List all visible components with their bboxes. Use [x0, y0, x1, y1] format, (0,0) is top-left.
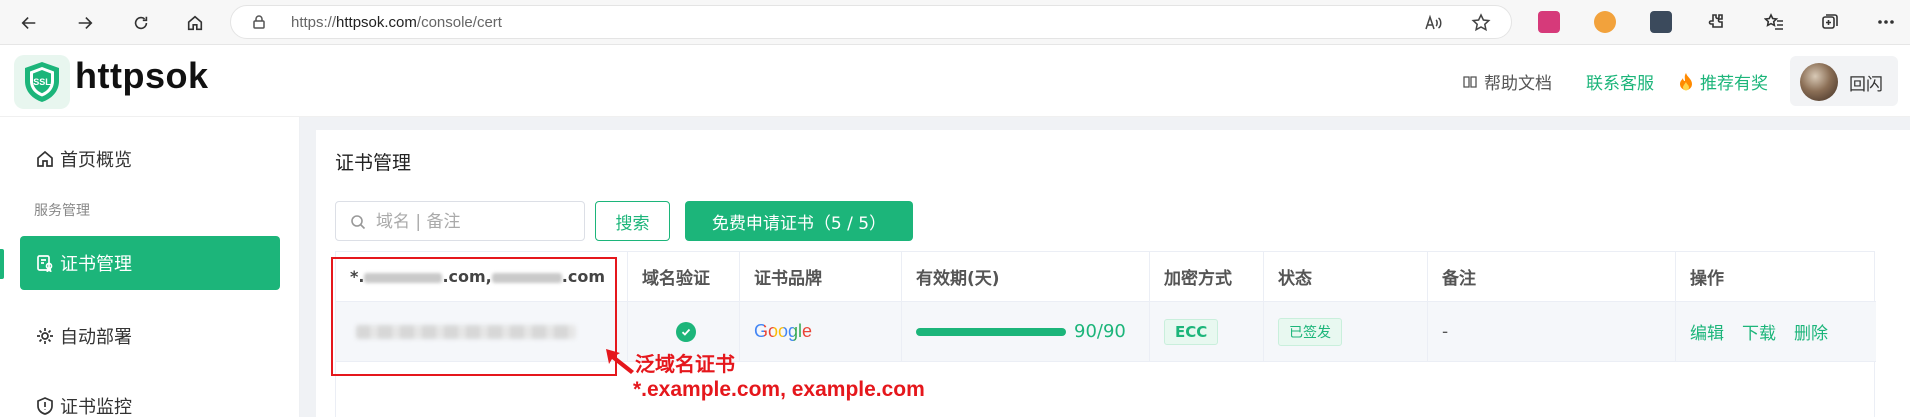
cell-encryption: ECC [1150, 302, 1264, 361]
annotation-arrow-icon [606, 349, 634, 374]
annotation-example: *.example.com, example.com [633, 378, 925, 401]
refresh-icon [134, 16, 148, 30]
column-header-verify: 域名验证 [628, 252, 740, 301]
favorites-list-icon [1764, 13, 1783, 30]
help-docs-label: 帮助文档 [1484, 74, 1552, 94]
cell-actions: 编辑 下载 删除 [1676, 302, 1876, 361]
metamask-extension-icon[interactable] [1594, 11, 1616, 33]
back-button[interactable] [14, 8, 44, 38]
column-header-note: 备注 [1428, 252, 1676, 301]
puzzle-icon [1708, 14, 1723, 28]
annotation-highlight-box [331, 257, 617, 376]
referral-label: 推荐有奖 [1700, 74, 1768, 94]
help-docs-link[interactable]: 帮助文档 [1462, 69, 1552, 94]
download-link[interactable]: 下载 [1742, 319, 1776, 344]
logo-text: SSL [33, 77, 51, 87]
search-button[interactable]: 搜索 [595, 201, 670, 241]
arrow-right-icon [78, 17, 93, 29]
search-icon [351, 215, 366, 230]
more-menu-button[interactable] [1874, 10, 1898, 34]
user-menu[interactable]: 回闪 [1790, 56, 1898, 106]
cell-validity: 90/90 [902, 302, 1150, 361]
column-header-validity: 有效期(天) [902, 252, 1150, 301]
extensions-button[interactable] [1704, 10, 1728, 34]
brand-name[interactable]: httpsok [75, 55, 209, 97]
sidebar-item-label: 证书监控 [60, 397, 132, 417]
column-header-brand: 证书品牌 [740, 252, 902, 301]
favorites-button[interactable] [1762, 10, 1786, 34]
column-header-actions: 操作 [1690, 269, 1724, 289]
google-logo: Google [754, 321, 813, 341]
sidebar-item-label: 自动部署 [60, 327, 132, 348]
user-name: 回闪 [1849, 75, 1883, 95]
app-header: SSL httpsok 帮助文档 联系客服 推荐有奖 回闪 [0, 45, 1910, 117]
arrow-left-icon [21, 17, 36, 29]
referral-link[interactable]: 推荐有奖 [1678, 69, 1768, 94]
page-title: 证书管理 [335, 152, 412, 174]
site-info-icon[interactable] [251, 14, 267, 30]
edit-link[interactable]: 编辑 [1690, 319, 1724, 344]
column-header-encryption: 加密方式 [1150, 252, 1264, 301]
deploy-icon [37, 328, 53, 344]
favorite-star-icon[interactable] [1471, 13, 1491, 33]
status-badge: 已签发 [1278, 317, 1342, 346]
avatar [1800, 63, 1838, 101]
translate-extension-icon[interactable] [1538, 11, 1560, 33]
sidebar-item-label: 证书管理 [60, 254, 132, 275]
contact-support-link[interactable]: 联系客服 [1586, 69, 1654, 94]
reload-button[interactable] [126, 8, 156, 38]
url-text: https://httpsok.com/console/cert [291, 14, 502, 31]
sidebar-item-cert-management[interactable]: 证书管理 [20, 236, 280, 290]
address-bar[interactable]: https://httpsok.com/console/cert [230, 5, 1512, 39]
encryption-badge: ECC [1164, 318, 1219, 345]
house-icon [187, 15, 203, 31]
delete-link[interactable]: 删除 [1794, 319, 1828, 344]
cell-brand: Google [740, 302, 902, 361]
validity-progress-bar [916, 327, 1066, 336]
url-host: httpsok.com [336, 14, 417, 31]
browser-toolbar: https://httpsok.com/console/cert [0, 0, 1910, 45]
ssl-shield-icon: SSL [25, 62, 59, 102]
sidebar: 首页概览 服务管理 证书管理 自动部署 证书监控 [0, 117, 300, 417]
sidebar-item-label: 首页概览 [60, 150, 132, 171]
active-indicator [0, 249, 4, 279]
certificate-icon [37, 255, 53, 272]
sidebar-item-overview[interactable]: 首页概览 [20, 132, 280, 186]
contact-support-label: 联系客服 [1586, 74, 1654, 94]
sidebar-item-cert-monitor[interactable]: 证书监控 [20, 379, 280, 417]
home-icon [37, 150, 53, 167]
search-input[interactable] [376, 208, 576, 236]
ssl-logo[interactable]: SSL [14, 55, 70, 109]
read-aloud-icon[interactable] [1423, 13, 1443, 33]
forward-button[interactable] [70, 8, 100, 38]
shield-icon [37, 397, 53, 415]
apply-cert-button[interactable]: 免费申请证书（5 / 5） [685, 201, 913, 241]
url-protocol: https:// [291, 14, 337, 31]
cell-status: 已签发 [1264, 302, 1428, 361]
s-extension-icon[interactable] [1650, 11, 1672, 33]
more-dots-icon [1878, 20, 1894, 24]
search-field[interactable] [335, 201, 585, 241]
validity-text: 90/90 [1074, 321, 1126, 342]
book-icon [1463, 75, 1477, 88]
collections-button[interactable] [1818, 10, 1842, 34]
check-circle-icon [676, 321, 696, 342]
column-header-status: 状态 [1264, 252, 1428, 301]
sidebar-group-label: 服务管理 [34, 203, 90, 219]
sidebar-item-auto-deploy[interactable]: 自动部署 [20, 309, 280, 363]
collections-icon [1822, 14, 1838, 29]
home-button[interactable] [180, 8, 210, 38]
cell-note: - [1428, 302, 1676, 361]
fire-icon [1680, 72, 1692, 90]
annotation-label: 泛域名证书 [635, 352, 735, 376]
url-path: /console/cert [416, 14, 502, 31]
